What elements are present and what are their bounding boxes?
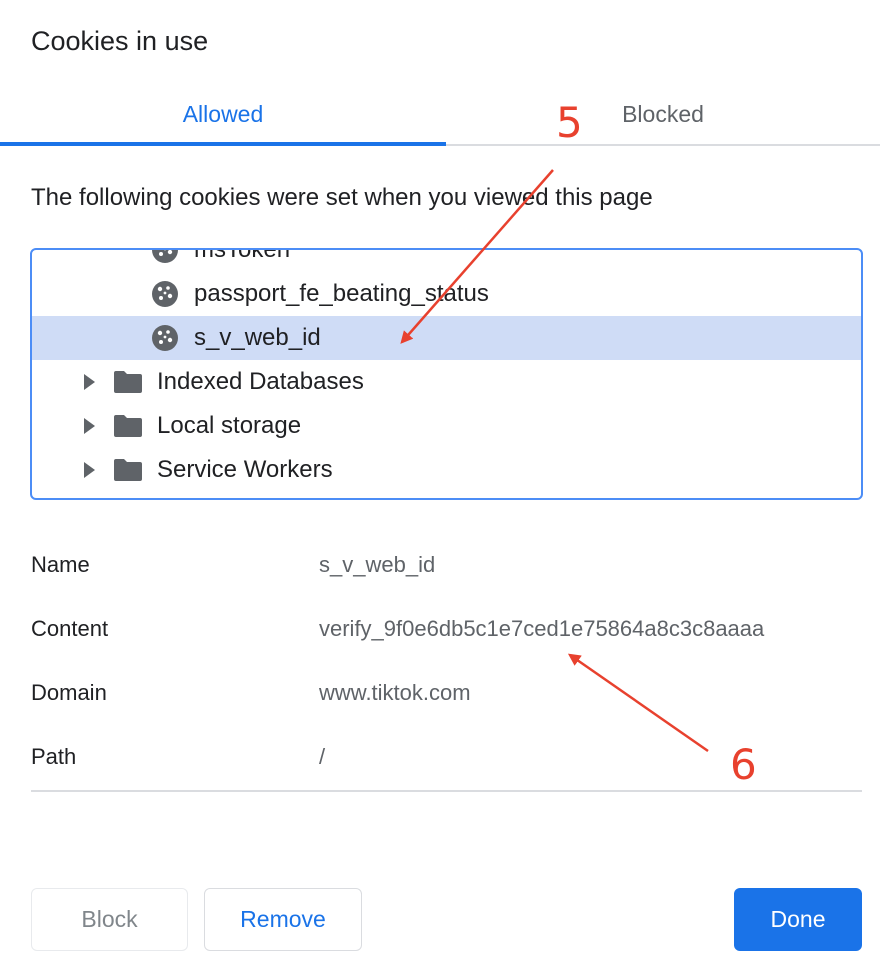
done-button[interactable]: Done <box>734 888 862 951</box>
tree-row-label: passport_fe_beating_status <box>194 280 489 307</box>
path-value: / <box>319 744 326 769</box>
block-button[interactable]: Block <box>31 888 188 951</box>
folder-icon <box>114 415 142 437</box>
cookies-description: The following cookies were set when you … <box>31 184 653 211</box>
tree-row-indexed-databases[interactable]: Indexed Databases <box>32 360 861 404</box>
tab-bar: Allowed Blocked <box>0 88 880 146</box>
folder-icon <box>114 371 142 393</box>
details-divider <box>31 790 862 792</box>
annotation-arrow-6 <box>567 653 709 753</box>
tree-row-label: s_v_web_id <box>194 324 321 351</box>
tree-row-label: Local storage <box>157 412 302 439</box>
domain-value: www.tiktok.com <box>319 680 471 705</box>
tree-row-mstoken[interactable]: msToken <box>32 248 861 272</box>
tree-row-s-v-web-id[interactable]: s_v_web_id <box>32 316 861 360</box>
expand-arrow-icon[interactable] <box>84 374 95 390</box>
cookie-icon <box>152 250 178 263</box>
tree-row-label: msToken <box>194 248 291 263</box>
remove-button[interactable]: Remove <box>204 888 362 951</box>
tree-row-label: Indexed Databases <box>157 368 364 395</box>
cookie-tree[interactable]: msToken passport_fe_beating_status s_v_w… <box>30 248 863 500</box>
annotation-number-5: 5 <box>556 98 583 147</box>
tab-allowed[interactable]: Allowed <box>0 88 446 146</box>
tab-blocked[interactable]: Blocked <box>446 88 880 146</box>
expand-arrow-icon[interactable] <box>84 462 95 478</box>
cookie-icon <box>152 325 178 351</box>
dialog-title: Cookies in use <box>31 26 209 56</box>
tree-row-local-storage[interactable]: Local storage <box>32 404 861 448</box>
annotation-number-6: 6 <box>730 740 757 789</box>
active-tab-indicator <box>0 142 446 146</box>
tree-row-passport-fe-beating-status[interactable]: passport_fe_beating_status <box>32 272 861 316</box>
cookie-icon <box>152 281 178 307</box>
name-value: s_v_web_id <box>319 552 436 577</box>
path-label: Path <box>31 744 77 769</box>
tree-row-label: Service Workers <box>157 456 333 483</box>
domain-label: Domain <box>31 680 107 705</box>
content-value: verify_9f0e6db5c1e7ced1e75864a8c3c8aaaa <box>319 616 765 641</box>
folder-icon <box>114 459 142 481</box>
content-label: Content <box>31 616 109 641</box>
expand-arrow-icon[interactable] <box>84 418 95 434</box>
tree-row-service-workers[interactable]: Service Workers <box>32 448 861 492</box>
name-label: Name <box>31 552 90 577</box>
